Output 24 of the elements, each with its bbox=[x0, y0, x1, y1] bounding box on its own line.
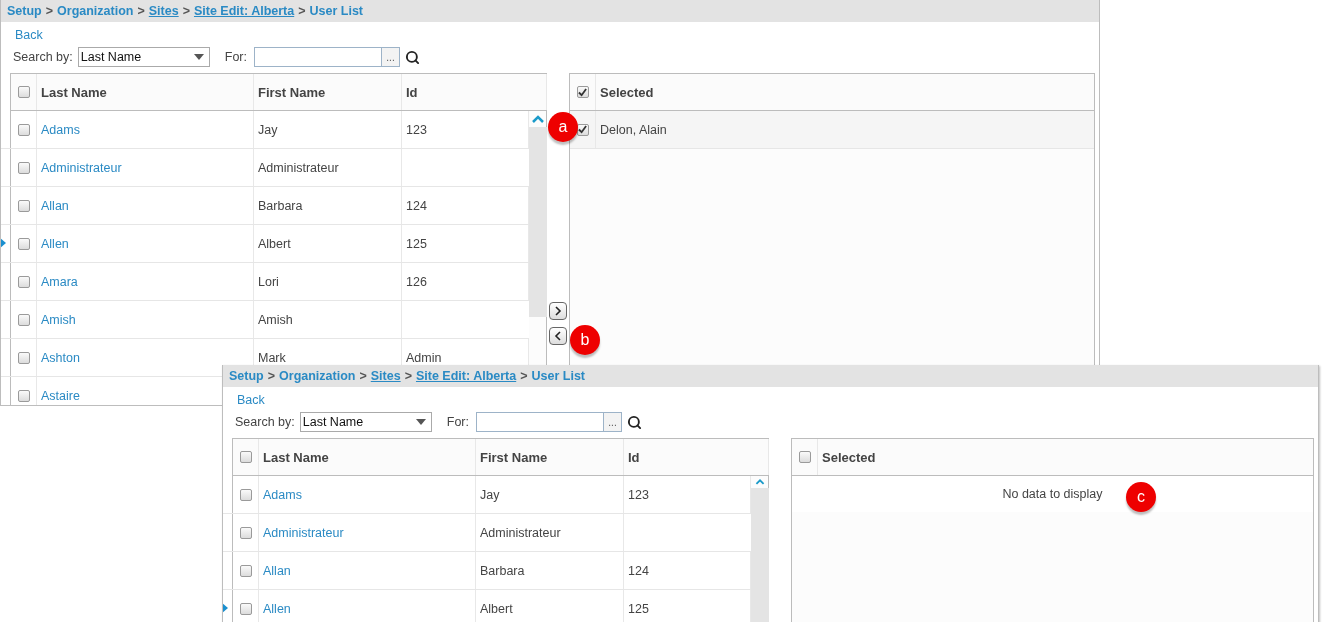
search-by-label: Search by: bbox=[13, 50, 73, 64]
for-label: For: bbox=[446, 415, 469, 429]
breadcrumb-separator: > bbox=[298, 4, 306, 18]
breadcrumb-separator: > bbox=[182, 4, 190, 18]
table-cell: Administrateur bbox=[254, 149, 402, 186]
for-label: For: bbox=[224, 50, 247, 64]
callout-marker: a bbox=[548, 112, 578, 142]
breadcrumb-item: User List bbox=[531, 369, 586, 383]
search-by-label: Search by: bbox=[235, 415, 295, 429]
table-cell: Barbara bbox=[254, 187, 402, 224]
table-cell: Jay bbox=[254, 111, 402, 148]
table-cell-text: Delon, Alain bbox=[599, 121, 668, 139]
breadcrumb-separator: > bbox=[45, 4, 54, 18]
table-cell: Barbara bbox=[476, 552, 624, 589]
table-cell: Lori bbox=[254, 263, 402, 300]
table-cell: Jay bbox=[476, 476, 624, 513]
table-cell: Albert bbox=[476, 590, 624, 622]
table-cell: Administrateur bbox=[476, 514, 624, 551]
table-cell: Amish bbox=[254, 301, 402, 338]
breadcrumb-item: Setup bbox=[7, 4, 42, 18]
breadcrumb-item: Organization bbox=[57, 4, 134, 18]
table-cell: Albert bbox=[254, 225, 402, 262]
breadcrumb-separator: > bbox=[137, 4, 145, 18]
breadcrumb-item: User List bbox=[309, 4, 364, 18]
